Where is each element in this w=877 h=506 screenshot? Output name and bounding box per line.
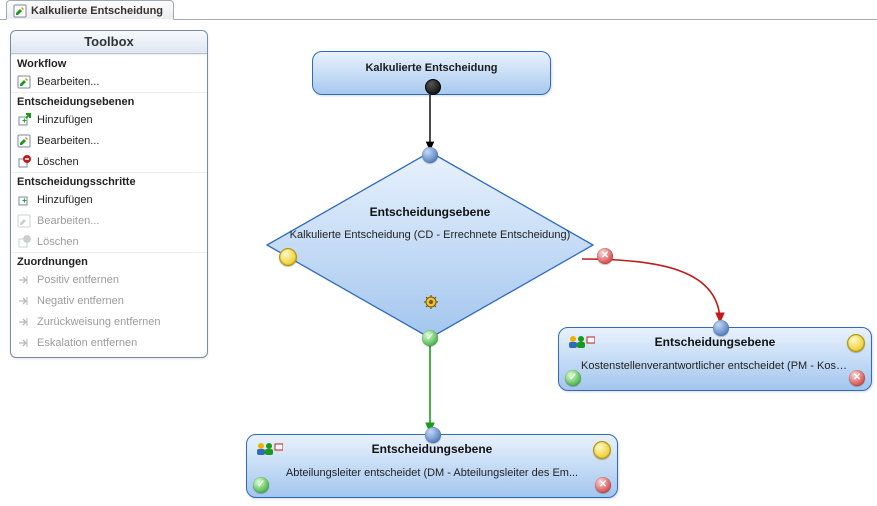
toolbox-item-step-add[interactable]: + Hinzufügen	[11, 189, 207, 210]
result-node-right[interactable]: Entscheidungsebene Kostenstellenverantwo…	[558, 327, 872, 391]
delete-icon	[17, 235, 31, 249]
editor-tab[interactable]: Kalkulierte Entscheidung	[6, 0, 174, 20]
diamond-shape	[265, 150, 595, 340]
add-icon: +	[17, 193, 31, 207]
edit-icon	[13, 4, 27, 18]
toolbox-item-label: Bearbeiten...	[37, 76, 99, 88]
negative-port-icon[interactable]	[597, 248, 613, 264]
toolbox-item-label: Negativ entfernen	[37, 295, 124, 307]
delete-icon	[17, 155, 31, 169]
warning-badge-icon	[847, 334, 865, 352]
positive-port-icon[interactable]	[422, 330, 438, 346]
negative-port-icon[interactable]	[595, 477, 611, 493]
decision-node[interactable]: Entscheidungsebene Kalkulierte Entscheid…	[265, 150, 595, 340]
toolbox-item-remove-negative: Negativ entfernen	[11, 290, 207, 311]
toolbox-item-level-delete[interactable]: Löschen	[11, 151, 207, 172]
result-node-left[interactable]: Entscheidungsebene Abteilungsleiter ents…	[246, 434, 618, 498]
toolbox-item-remove-positive: Positiv entfernen	[11, 269, 207, 290]
toolbox-item-label: Positiv entfernen	[37, 274, 119, 286]
toolbox-title: Toolbox	[11, 31, 207, 54]
positive-port-icon[interactable]	[565, 370, 581, 386]
toolbox-section-assignments: Zuordnungen	[11, 252, 207, 269]
people-icon	[567, 334, 595, 350]
toolbox-item-label: Bearbeiten...	[37, 215, 99, 227]
edit-icon	[17, 75, 31, 89]
start-node[interactable]: Kalkulierte Entscheidung	[312, 51, 551, 95]
toolbox-item-label: Eskalation entfernen	[37, 337, 137, 349]
workflow-canvas[interactable]: Kalkulierte Entscheidung Toolbox Workflo…	[0, 0, 877, 506]
unassign-icon	[17, 273, 31, 287]
decision-node-subtitle: Kalkulierte Entscheidung (CD - Errechnet…	[290, 229, 571, 241]
toolbox-item-remove-escalation: Eskalation entfernen	[11, 332, 207, 353]
toolbox-item-label: Hinzufügen	[37, 114, 93, 126]
toolbox-item-step-delete: Löschen	[11, 231, 207, 252]
result-node-subtitle: Abteilungsleiter entscheidet (DM - Abtei…	[247, 463, 617, 479]
unassign-icon	[17, 294, 31, 308]
svg-text:+: +	[22, 196, 27, 205]
toolbox-item-level-edit[interactable]: Bearbeiten...	[11, 130, 207, 151]
toolbox-item-label: Bearbeiten...	[37, 135, 99, 147]
result-node-subtitle: Kostenstellenverantwortlicher entscheide…	[559, 356, 871, 372]
positive-port-icon[interactable]	[253, 477, 269, 493]
toolbox-item-step-edit: Bearbeiten...	[11, 210, 207, 231]
decision-node-title: Entscheidungsebene	[275, 205, 585, 219]
toolbox-item-label: Löschen	[37, 236, 79, 248]
toolbox-item-level-add[interactable]: + Hinzufügen	[11, 109, 207, 130]
edit-icon	[17, 214, 31, 228]
toolbox-item-label: Zurückweisung entfernen	[37, 316, 161, 328]
toolbox-section-steps: Entscheidungsschritte	[11, 172, 207, 189]
input-port-icon	[713, 320, 729, 336]
people-icon	[255, 441, 283, 457]
warning-badge-icon	[279, 248, 297, 266]
toolbox-item-label: Hinzufügen	[37, 194, 93, 206]
edit-icon	[17, 134, 31, 148]
negative-port-icon[interactable]	[849, 370, 865, 386]
add-icon: +	[17, 113, 31, 127]
toolbox-item-workflow-edit[interactable]: Bearbeiten...	[11, 71, 207, 92]
toolbox-panel: Toolbox Workflow Bearbeiten... Entscheid…	[10, 30, 208, 358]
start-port-icon	[425, 79, 441, 95]
toolbox-section-levels: Entscheidungsebenen	[11, 92, 207, 109]
tab-title: Kalkulierte Entscheidung	[31, 5, 163, 17]
toolbox-item-label: Löschen	[37, 156, 79, 168]
toolbox-item-remove-reject: Zurückweisung entfernen	[11, 311, 207, 332]
toolbox-section-workflow: Workflow	[11, 54, 207, 71]
input-port-icon	[425, 427, 441, 443]
warning-badge-icon	[593, 441, 611, 459]
input-port-icon	[422, 147, 438, 163]
unassign-icon	[17, 315, 31, 329]
unassign-icon	[17, 336, 31, 350]
gear-icon	[423, 294, 439, 310]
svg-text:+: +	[22, 116, 27, 125]
